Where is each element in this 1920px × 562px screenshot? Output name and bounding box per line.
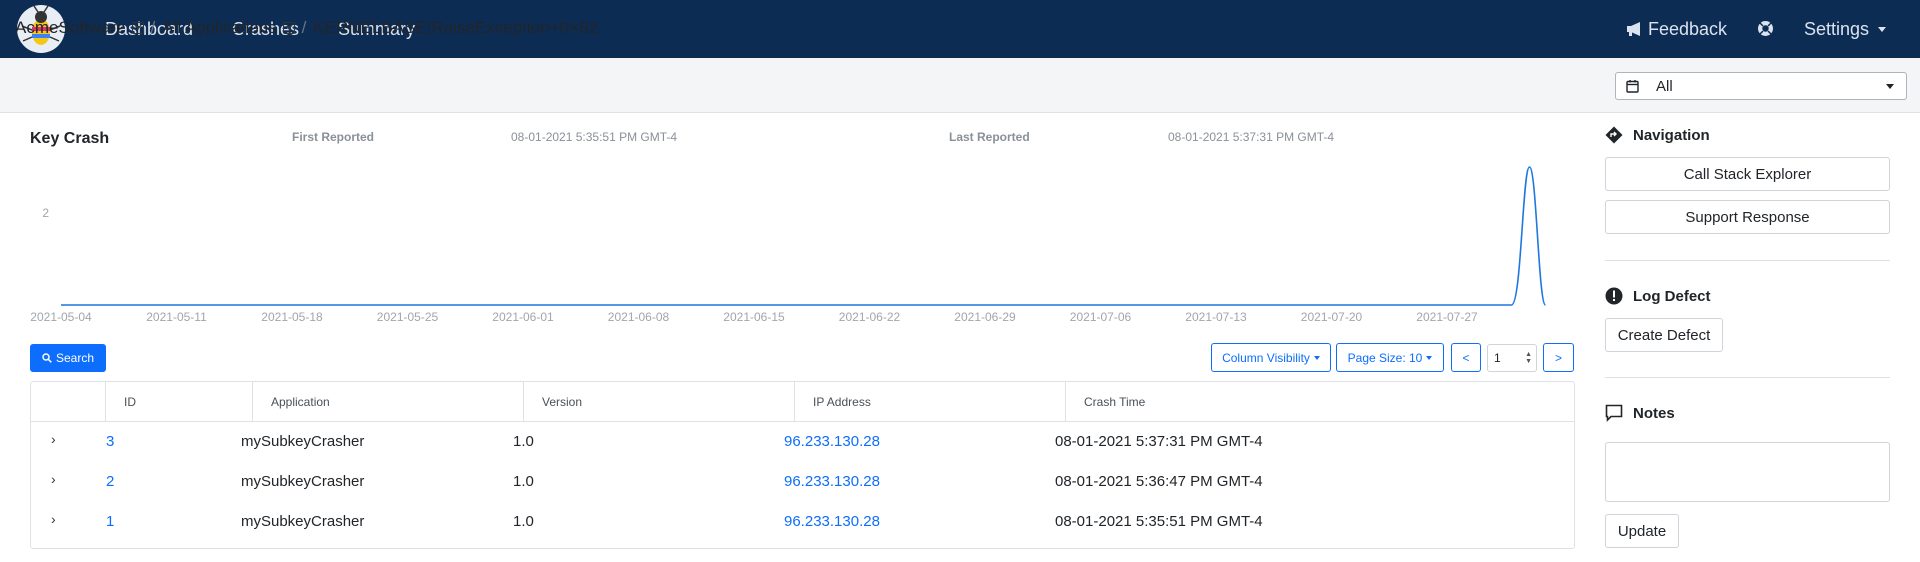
first-reported-label: First Reported (292, 130, 375, 144)
spinner-icon: ▲ ▼ (1525, 351, 1532, 365)
update-button[interactable]: Update (1605, 514, 1679, 548)
crashes-table: ID Application Version IP Address Crash … (30, 381, 1575, 549)
crash-time-cell: 08-01-2021 5:37:31 PM GMT-4 (1055, 433, 1263, 450)
date-range-select[interactable]: All (1615, 72, 1907, 100)
chevron-down-icon (1878, 26, 1887, 32)
settings-label: Settings (1804, 18, 1870, 39)
ip-address-link[interactable]: 96.233.130.28 (784, 502, 880, 542)
ip-address-link[interactable]: 96.233.130.28 (784, 422, 880, 462)
table-row: › 2 mySubkeyCrasher 1.0 96.233.130.28 08… (31, 462, 1574, 502)
chevron-right-icon[interactable]: › (51, 422, 56, 456)
next-page-button[interactable]: > (1543, 343, 1574, 372)
x-tick-label: 2021-05-04 (30, 310, 92, 324)
table-row: › 3 mySubkeyCrasher 1.0 96.233.130.28 08… (31, 422, 1574, 462)
version-cell: 1.0 (513, 513, 534, 530)
breadcrumb-separator: / (150, 18, 156, 37)
page-number-input[interactable]: 1 ▲ ▼ (1487, 344, 1537, 372)
crash-time-cell: 08-01-2021 5:36:47 PM GMT-4 (1055, 473, 1263, 490)
last-reported-label: Last Reported (949, 130, 1030, 144)
notes-textarea[interactable] (1605, 442, 1890, 502)
crash-id-link[interactable]: 1 (106, 502, 114, 542)
sidebar-divider (1605, 260, 1890, 261)
table-header-version[interactable]: Version (524, 382, 795, 422)
speech-bubble-icon (1605, 404, 1623, 422)
crash-id-link[interactable]: 3 (106, 422, 114, 462)
page-size-button[interactable]: Page Size: 10 (1336, 343, 1444, 372)
x-tick-label: 2021-07-27 (1416, 310, 1478, 324)
table-row: › 1 mySubkeyCrasher 1.0 96.233.130.28 08… (31, 502, 1574, 542)
exclamation-circle-icon (1605, 287, 1623, 305)
chevron-right-icon[interactable]: › (51, 502, 56, 536)
last-reported-value: 08-01-2021 5:37:31 PM GMT-4 (1168, 130, 1335, 144)
caret-down-icon (1313, 355, 1320, 360)
breadcrumb-apps[interactable]: All Applications (162, 18, 276, 38)
create-defect-button[interactable]: Create Defect (1605, 318, 1723, 352)
search-button[interactable]: Search (30, 344, 106, 372)
navigation-title: Navigation (1633, 126, 1710, 144)
application-cell: mySubkeyCrasher (241, 473, 365, 490)
breadcrumb-org[interactable]: AcmeSoftware (15, 18, 126, 38)
crash-id-link[interactable]: 2 (106, 462, 114, 502)
column-visibility-label: Column Visibility (1222, 350, 1310, 365)
calendar-icon (1626, 80, 1639, 93)
feedback-link[interactable]: Feedback (1626, 0, 1727, 58)
settings-dropdown[interactable]: Settings (1804, 0, 1887, 58)
navigation-heading: Navigation (1605, 126, 1710, 144)
table-header-crash-time[interactable]: Crash Time (1066, 382, 1574, 422)
notes-title: Notes (1633, 404, 1675, 422)
application-cell: mySubkeyCrasher (241, 433, 365, 450)
breadcrumb-crash: KERNELBASE!RaiseException+0×62 (313, 18, 598, 37)
application-cell: mySubkeyCrasher (241, 513, 365, 530)
notes-heading: Notes (1605, 404, 1675, 422)
prev-page-button[interactable]: < (1451, 343, 1481, 372)
log-defect-heading: Log Defect (1605, 287, 1711, 305)
x-tick-label: 2021-05-18 (261, 310, 323, 324)
x-tick-label: 2021-07-06 (1070, 310, 1132, 324)
table-header-ip[interactable]: IP Address (795, 382, 1066, 422)
chevron-right-icon[interactable]: › (51, 462, 56, 496)
search-button-label: Search (55, 351, 95, 365)
x-tick-label: 2021-05-25 (377, 310, 439, 324)
ip-address-link[interactable]: 96.233.130.28 (784, 462, 880, 502)
page-size-label: Page Size: 10 (1347, 350, 1423, 365)
chevron-down-icon (1886, 84, 1894, 89)
crash-count-series-line (61, 166, 1547, 306)
x-tick-label: 2021-06-08 (608, 310, 670, 324)
date-range-value: All (1656, 77, 1673, 95)
feedback-label: Feedback (1648, 18, 1728, 39)
megaphone-icon (1627, 22, 1640, 36)
x-tick-label: 2021-06-15 (723, 310, 785, 324)
table-header-application[interactable]: Application (253, 382, 524, 422)
x-tick-label: 2021-06-01 (492, 310, 554, 324)
apps-dropdown-icon[interactable] (282, 22, 295, 34)
breadcrumb: AcmeSoftware / All Applications / KERNEL… (15, 18, 598, 38)
help-circle-icon[interactable] (1757, 20, 1774, 37)
x-tick-label: 2021-06-29 (954, 310, 1016, 324)
first-reported-value: 08-01-2021 5:35:51 PM GMT-4 (511, 130, 678, 144)
breadcrumb-separator: / (301, 18, 307, 37)
call-stack-explorer-button[interactable]: Call Stack Explorer (1605, 157, 1890, 191)
page-number-value: 1 (1494, 351, 1501, 365)
version-cell: 1.0 (513, 473, 534, 490)
search-icon (42, 353, 52, 363)
table-header-expand (31, 382, 106, 422)
x-tick-label: 2021-07-13 (1185, 310, 1247, 324)
caret-down-icon (1426, 355, 1433, 360)
log-defect-title: Log Defect (1633, 287, 1711, 305)
sidebar-divider (1605, 377, 1890, 378)
x-tick-label: 2021-07-20 (1301, 310, 1363, 324)
crash-timeline-chart: 2021-05-04 2021-05-11 2021-05-18 2021-05-25… (30, 166, 1547, 324)
y-tick-label: 2 (42, 206, 49, 220)
column-visibility-button[interactable]: Column Visibility (1211, 343, 1331, 372)
x-tick-label: 2021-05-11 (146, 310, 207, 324)
crash-time-cell: 08-01-2021 5:35:51 PM GMT-4 (1055, 513, 1263, 530)
key-crash-title: Key Crash (30, 130, 110, 147)
support-response-button[interactable]: Support Response (1605, 200, 1890, 234)
table-header-id[interactable]: ID (106, 382, 253, 422)
signpost-icon (1605, 126, 1623, 144)
version-cell: 1.0 (513, 433, 534, 450)
org-dropdown-icon[interactable] (131, 22, 144, 34)
x-tick-label: 2021-06-22 (839, 310, 901, 324)
